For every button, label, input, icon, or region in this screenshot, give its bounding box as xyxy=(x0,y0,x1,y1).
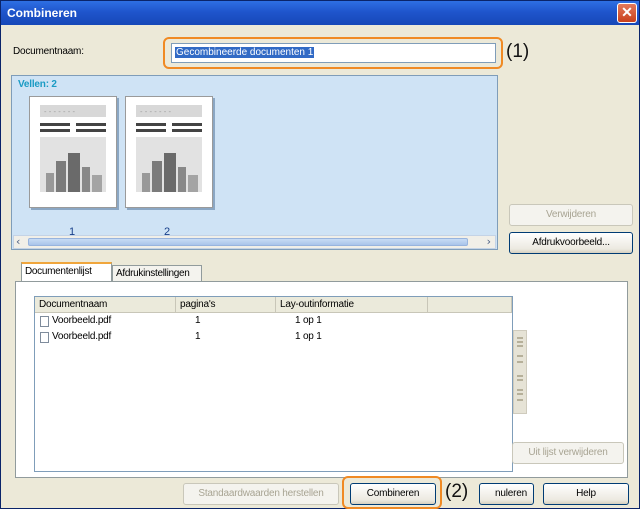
reorder-grip-icon xyxy=(517,337,523,401)
page-preview-icon: - - - - - - - xyxy=(40,105,106,192)
tab-document-list[interactable]: Documentenlijst xyxy=(21,262,112,282)
print-preview-button[interactable]: Afdrukvoorbeeld... xyxy=(509,232,633,254)
remove-from-list-button[interactable]: Uit lijst verwijderen xyxy=(512,442,624,464)
page-preview-icon: - - - - - - - xyxy=(136,105,202,192)
document-name-label: Documentnaam: xyxy=(13,46,84,57)
column-header-name[interactable]: Documentnaam xyxy=(35,297,176,313)
callout-highlight-2 xyxy=(342,476,442,509)
document-icon xyxy=(40,332,49,343)
row-document-name: Voorbeeld.pdf xyxy=(52,331,112,342)
scroll-left-icon[interactable]: ‹ xyxy=(16,235,20,248)
combine-dialog: Combineren ✕ Documentnaam: Gecombineerde… xyxy=(0,0,640,509)
column-header-pages[interactable]: pagina's xyxy=(176,297,276,313)
callout-label-1: (1) xyxy=(506,41,530,62)
sheet-preview-pane[interactable]: Vellen: 2 - - - - - - - 1 - - - - - - - xyxy=(11,75,498,250)
svg-text:- - - - - - -: - - - - - - - xyxy=(140,108,172,116)
sheet-thumbnail-2[interactable]: - - - - - - - xyxy=(125,96,213,208)
document-list-panel: Documentnaam pagina's Lay-outinformatie … xyxy=(15,281,628,478)
callout-label-2: (2) xyxy=(445,481,469,502)
scroll-right-icon[interactable]: › xyxy=(487,235,491,248)
row-layout-info: 1 op 1 xyxy=(295,331,322,342)
preview-horizontal-scrollbar[interactable]: ‹ › xyxy=(13,235,496,249)
help-button[interactable]: Help xyxy=(543,483,629,505)
column-header-empty xyxy=(428,297,512,313)
document-icon xyxy=(40,316,49,327)
row-layout-info: 1 op 1 xyxy=(295,315,322,326)
document-list[interactable]: Documentnaam pagina's Lay-outinformatie … xyxy=(34,296,513,472)
callout-highlight-1 xyxy=(163,37,503,69)
cancel-button[interactable]: nuleren xyxy=(479,483,534,505)
title-bar[interactable]: Combineren ✕ xyxy=(1,1,639,25)
remove-button[interactable]: Verwijderen xyxy=(509,204,633,226)
reorder-handle[interactable] xyxy=(513,330,527,414)
svg-text:- - - - - - -: - - - - - - - xyxy=(44,108,76,116)
table-row[interactable]: Voorbeeld.pdf 1 1 op 1 xyxy=(35,331,512,345)
row-document-name: Voorbeeld.pdf xyxy=(52,315,112,326)
table-row[interactable]: Voorbeeld.pdf 1 1 op 1 xyxy=(35,315,512,329)
window-title: Combineren xyxy=(7,6,78,20)
row-page-count: 1 xyxy=(195,315,201,326)
sheet-thumbnail-1[interactable]: - - - - - - - xyxy=(29,96,117,208)
row-page-count: 1 xyxy=(195,331,201,342)
close-button[interactable]: ✕ xyxy=(617,3,637,23)
sheets-count-label: Vellen: 2 xyxy=(18,79,57,90)
scroll-thumb[interactable] xyxy=(28,238,468,246)
close-icon: ✕ xyxy=(621,4,633,20)
column-header-layout[interactable]: Lay-outinformatie xyxy=(276,297,428,313)
restore-defaults-button[interactable]: Standaardwaarden herstellen xyxy=(183,483,339,505)
